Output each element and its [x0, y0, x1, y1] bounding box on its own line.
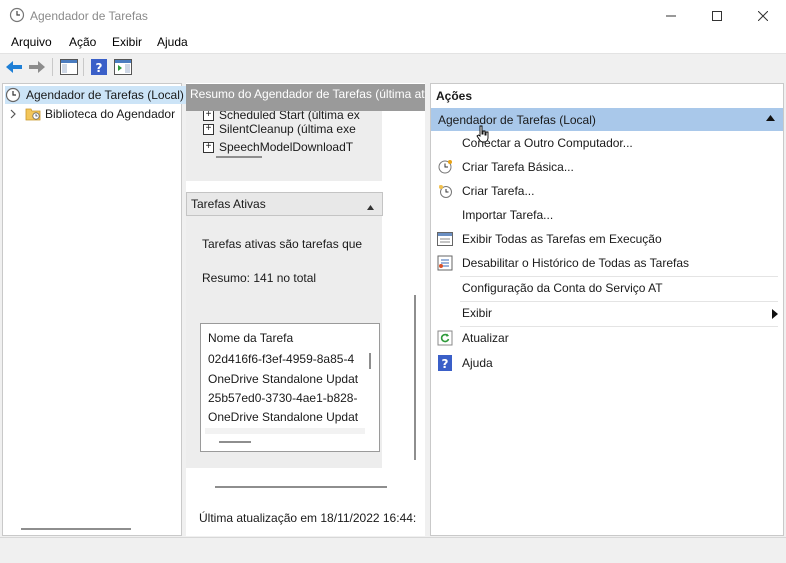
- horizontal-scrollbar[interactable]: [21, 528, 131, 530]
- action-help[interactable]: ? Ajuda: [436, 353, 493, 373]
- svg-text:?: ?: [96, 61, 103, 75]
- show-hide-action-pane-icon[interactable]: [113, 57, 133, 77]
- expand-icon[interactable]: +: [203, 111, 214, 121]
- actions-title: Ações: [436, 89, 473, 103]
- list-item[interactable]: 25b57ed0-3730-4ae1-b828-: [208, 391, 357, 405]
- status-bar: [0, 537, 786, 563]
- list-item[interactable]: OneDrive Standalone Updat: [208, 372, 358, 386]
- action-view-submenu[interactable]: Exibir: [436, 303, 778, 323]
- action-connect-computer[interactable]: Conectar a Outro Computador...: [436, 133, 633, 153]
- action-at-service-account[interactable]: Configuração da Conta do Serviço AT: [436, 278, 663, 298]
- clock-icon: [5, 87, 21, 103]
- collapse-arrow-icon[interactable]: [367, 199, 374, 213]
- list-footer: [205, 428, 365, 434]
- tree-item-task-scheduler-local[interactable]: Agendador de Tarefas (Local): [5, 86, 186, 104]
- active-tasks-description: Tarefas ativas são tarefas que: [202, 237, 363, 251]
- vertical-scrollbar[interactable]: [369, 353, 371, 369]
- svg-text:?: ?: [442, 357, 449, 371]
- actions-section-label: Agendador de Tarefas (Local): [438, 113, 596, 127]
- expand-icon[interactable]: +: [203, 123, 214, 135]
- tree-item-scheduler-library[interactable]: Biblioteca do Agendador: [9, 105, 175, 123]
- list-item[interactable]: 02d416f6-f3ef-4959-8a85-4: [208, 352, 354, 366]
- forward-arrow-icon[interactable]: [27, 57, 47, 77]
- active-tasks-summary: Resumo: 141 no total: [202, 271, 317, 285]
- hand-cursor-icon: [476, 125, 490, 146]
- divider: [460, 326, 778, 327]
- action-create-task[interactable]: Criar Tarefa...: [436, 181, 534, 201]
- tree-item-label: Agendador de Tarefas (Local): [26, 88, 184, 102]
- action-create-basic-task[interactable]: Criar Tarefa Básica...: [436, 157, 574, 177]
- folder-clock-icon: [25, 107, 41, 121]
- action-refresh[interactable]: Atualizar: [436, 328, 509, 348]
- vertical-scrollbar[interactable]: [414, 295, 416, 460]
- task-status-box: + Scheduled Start (última ex + SilentCle…: [186, 111, 382, 181]
- task-status-row[interactable]: + SpeechModelDownloadT: [203, 140, 353, 154]
- submenu-arrow-icon: [772, 308, 778, 322]
- back-arrow-icon[interactable]: [4, 57, 24, 77]
- divider: [460, 276, 778, 277]
- horizontal-scrollbar[interactable]: [219, 441, 251, 443]
- minimize-button[interactable]: [648, 0, 694, 32]
- expand-icon[interactable]: +: [203, 141, 214, 153]
- toolbar-separator: [83, 58, 84, 76]
- refresh-icon: [436, 330, 454, 346]
- active-tasks-list[interactable]: Nome da Tarefa 02d416f6-f3ef-4959-8a85-4…: [200, 323, 380, 452]
- menu-arquivo[interactable]: Arquivo: [11, 35, 52, 49]
- history-icon: [436, 255, 454, 271]
- menu-ajuda[interactable]: Ajuda: [157, 35, 188, 49]
- running-tasks-icon: [436, 231, 454, 247]
- clock-icon: [9, 7, 25, 23]
- list-item[interactable]: OneDrive Standalone Updat: [208, 410, 358, 424]
- chevron-right-icon[interactable]: [9, 109, 21, 119]
- task-status-row[interactable]: + Scheduled Start (última ex: [203, 111, 360, 122]
- last-update-text: Última atualização em 18/11/2022 16:44:: [199, 511, 417, 525]
- active-tasks-header[interactable]: Tarefas Ativas: [186, 192, 383, 216]
- horizontal-scrollbar[interactable]: [216, 156, 262, 158]
- menu-exibir[interactable]: Exibir: [112, 35, 142, 49]
- show-hide-console-tree-icon[interactable]: [59, 57, 79, 77]
- wizard-icon: [436, 159, 454, 175]
- list-header[interactable]: Nome da Tarefa: [208, 331, 293, 345]
- action-import-task[interactable]: Importar Tarefa...: [436, 205, 553, 225]
- action-show-running-tasks[interactable]: Exibir Todas as Tarefas em Execução: [436, 229, 662, 249]
- divider: [460, 301, 778, 302]
- task-status-row[interactable]: + SilentCleanup (última exe: [203, 122, 356, 136]
- collapse-arrow-icon[interactable]: [766, 113, 775, 124]
- action-disable-history[interactable]: Desabilitar o Histórico de Todas as Tare…: [436, 253, 689, 273]
- menu-acao[interactable]: Ação: [69, 35, 96, 49]
- window-title: Agendador de Tarefas: [30, 9, 148, 23]
- maximize-button[interactable]: [694, 0, 740, 32]
- summary-header: Resumo do Agendador de Tarefas (última a…: [186, 84, 425, 111]
- horizontal-scrollbar[interactable]: [215, 486, 387, 488]
- console-tree: Agendador de Tarefas (Local) Biblioteca …: [2, 83, 186, 536]
- help-icon[interactable]: ?: [89, 57, 109, 77]
- help-icon: ?: [436, 355, 454, 371]
- close-button[interactable]: [740, 0, 786, 32]
- tree-item-label: Biblioteca do Agendador: [45, 107, 176, 121]
- create-task-icon: [436, 183, 454, 199]
- toolbar-separator: [52, 58, 53, 76]
